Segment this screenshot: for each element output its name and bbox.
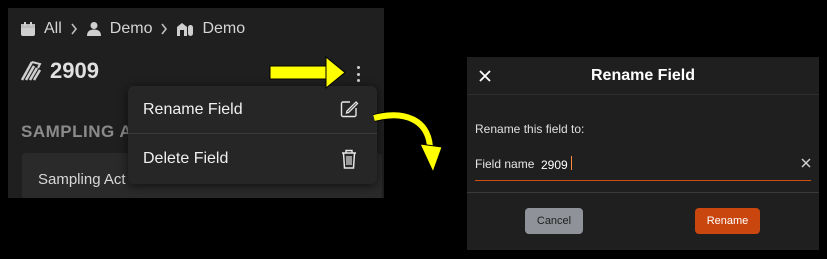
dialog-divider (467, 192, 819, 193)
rename-button[interactable]: Rename (695, 208, 760, 234)
text-cursor (571, 156, 572, 170)
arrow-to-dialog-icon (373, 111, 443, 174)
field-name-label: Field name (475, 157, 535, 171)
dialog-header: Rename Field (467, 57, 819, 95)
rename-field-dialog: Rename Field Rename this field to: Field… (467, 57, 819, 250)
field-name-input[interactable] (541, 155, 771, 175)
cancel-button[interactable]: Cancel (525, 208, 583, 234)
rename-prompt: Rename this field to: (475, 122, 585, 136)
field-name-field: Field name (475, 155, 811, 181)
clear-icon[interactable] (801, 158, 811, 168)
arrow-to-menu-icon (269, 55, 346, 90)
dialog-title: Rename Field (590, 67, 696, 84)
